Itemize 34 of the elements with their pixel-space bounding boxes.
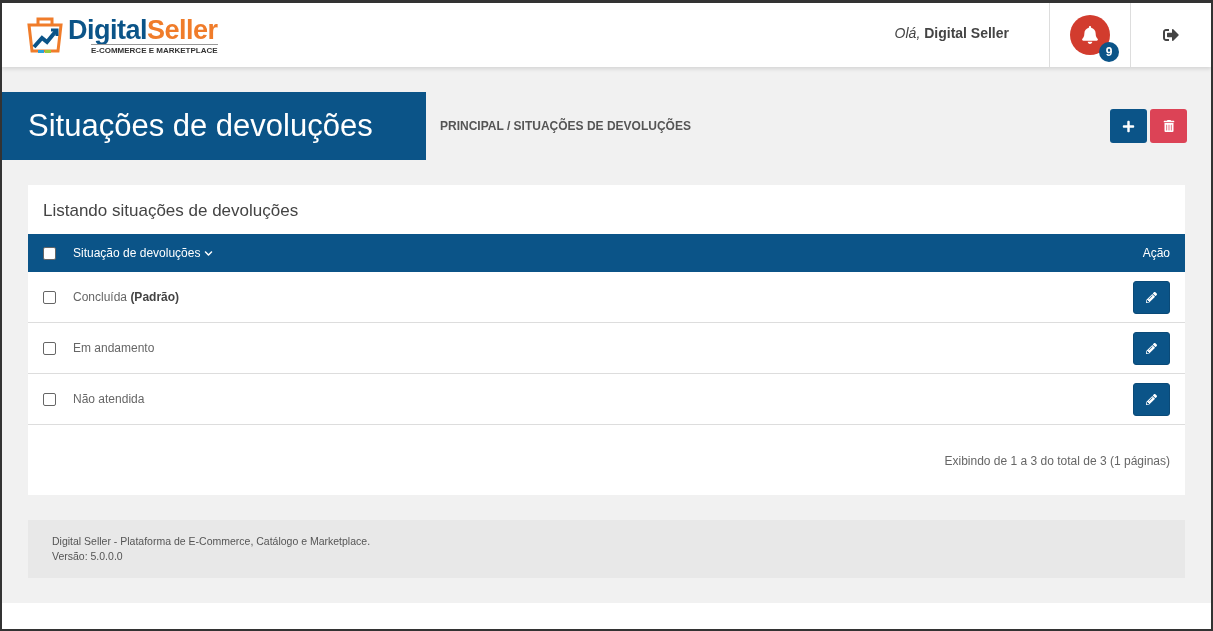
pencil-icon [1146,291,1157,303]
row-checkbox[interactable] [43,290,56,304]
column-header: Ação [1142,246,1170,260]
breadcrumb: PRINCIPAL / SITUAÇÕES DE DEVOLUÇÕES [440,119,692,133]
trash-icon [1162,120,1175,132]
logout-icon[interactable] [1163,27,1179,43]
pagination-summary: Exibindo de 1 a 3 do total de 3 (1 páginas) [944,454,1170,468]
row-checkbox[interactable] [43,341,56,355]
delete-button[interactable] [1150,109,1187,143]
footer-text: Versão: 5.0.0.0 [52,550,124,562]
bell-icon [1081,26,1099,44]
select-all-checkbox[interactable] [43,246,56,260]
edit-button[interactable] [1133,280,1170,314]
greeting-text: Olá, Digital Seller [894,25,1010,41]
notifications-button[interactable] [1070,15,1110,55]
row-label: Em andamento [73,341,156,355]
pencil-icon [1146,342,1157,354]
plus-icon [1122,119,1135,133]
card-title: Listando situações de devoluções [42,200,300,222]
row-label: Concluída (Padrão) [73,290,181,304]
edit-button[interactable] [1133,331,1170,365]
page-title: Situações de devoluções [2,92,426,160]
add-button[interactable] [1110,109,1147,143]
shopping-bag-logo-icon [26,15,64,55]
column-sort-header[interactable]: Situação de devoluções [73,246,214,260]
pencil-icon [1146,393,1157,405]
notification-count-badge: 9 [1099,42,1119,62]
row-checkbox[interactable] [43,392,56,406]
chevron-down-icon [204,248,214,258]
edit-button[interactable] [1133,382,1170,416]
logo-tagline: E-COMMERCE E MARKETPLACE [90,43,218,55]
logo-wordmark: DigitalSeller [68,15,218,44]
row-label: Não atendida [73,392,146,406]
footer-text: Digital Seller - Plataforma de E-Commerce, Catálogo e Marketplace. [52,535,372,547]
